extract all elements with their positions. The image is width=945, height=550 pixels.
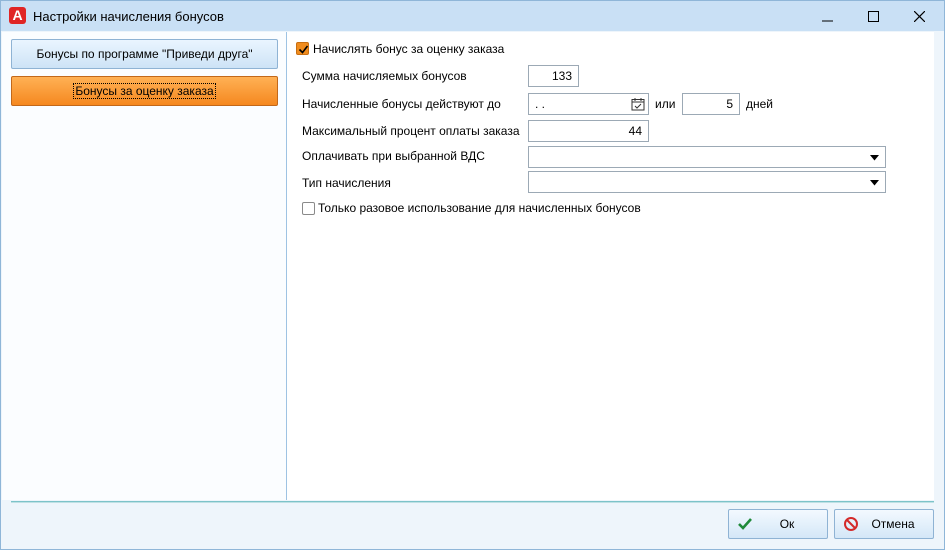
accrue-bonus-checkbox[interactable] [296, 42, 309, 55]
close-icon [913, 10, 925, 22]
maximize-icon [867, 10, 879, 22]
or-label: или [655, 97, 676, 111]
nav-item-label: Бонусы по программе "Приведи друга" [36, 47, 253, 61]
one-time-use-checkbox[interactable] [302, 202, 315, 215]
settings-nav-panel: Бонусы по программе "Приведи друга" Бону… [2, 32, 286, 500]
checkmark-icon [298, 45, 309, 54]
maximize-button[interactable] [850, 1, 896, 31]
settings-dialog: A Настройки начисления бонусов Бонусы по… [0, 0, 945, 550]
ok-button[interactable]: Ок [728, 509, 828, 539]
chevron-down-icon [870, 180, 879, 186]
nav-item-label: Бонусы за оценку заказа [73, 83, 216, 99]
title-bar: A Настройки начисления бонусов [1, 1, 944, 31]
days-label: дней [746, 97, 774, 111]
minimize-button[interactable] [804, 1, 850, 31]
pay-vds-select[interactable] [528, 146, 886, 168]
max-percent-field[interactable]: 44 [528, 120, 649, 142]
valid-until-date-field[interactable]: . . [528, 93, 649, 115]
nav-order-rating-bonuses[interactable]: Бонусы за оценку заказа [11, 76, 278, 106]
cancel-button-label: Отмена [871, 517, 915, 531]
window-title: Настройки начисления бонусов [33, 9, 224, 24]
max-percent-label: Максимальный процент оплаты заказа [302, 124, 520, 138]
calendar-icon[interactable] [631, 97, 645, 111]
cancel-button[interactable]: Отмена [834, 509, 934, 539]
valid-until-label: Начисленные бонусы действуют до [302, 97, 501, 111]
app-logo-icon: A [9, 7, 26, 24]
close-button[interactable] [896, 1, 942, 31]
accrue-bonus-label: Начислять бонус за оценку заказа [313, 42, 505, 56]
accrual-type-select[interactable] [528, 171, 886, 193]
settings-form-panel: Начислять бонус за оценку заказа Сумма н… [287, 32, 934, 500]
bonus-amount-label: Сумма начисляемых бонусов [302, 69, 467, 83]
footer-separator [11, 501, 934, 503]
valid-days-field[interactable]: 5 [682, 93, 740, 115]
valid-until-date-value: . . [535, 97, 546, 111]
nav-refer-friend-bonuses[interactable]: Бонусы по программе "Приведи друга" [11, 39, 278, 69]
accrual-type-label: Тип начисления [302, 176, 391, 190]
minimize-icon [821, 20, 833, 21]
one-time-use-label: Только разовое использование для начисле… [318, 201, 641, 215]
pay-vds-label: Оплачивать при выбранной ВДС [302, 149, 485, 163]
chevron-down-icon [870, 155, 879, 161]
bonus-amount-field[interactable]: 133 [528, 65, 579, 87]
ok-button-label: Ок [779, 517, 795, 531]
